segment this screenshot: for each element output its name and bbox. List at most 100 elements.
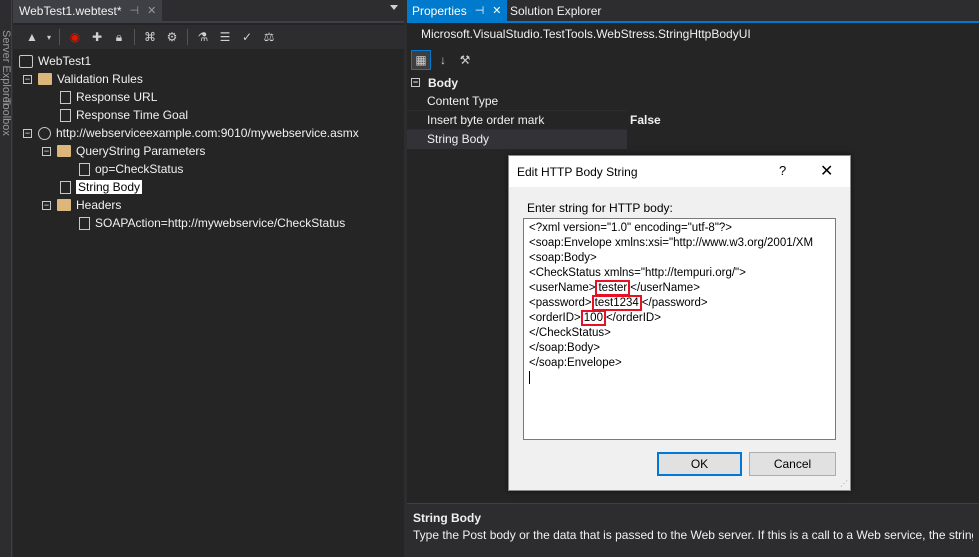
tree-validation-rules[interactable]: − Validation Rules [23,70,143,88]
code-line: <?xml version="1.0" encoding="utf-8"?> [529,222,733,234]
code-line: </CheckStatus> [529,327,611,339]
run-dropdown-icon[interactable]: ▾ [43,27,55,47]
toolbar-separator [134,29,135,45]
caret-line [529,371,830,386]
property-value[interactable] [627,129,979,149]
code-tag: </orderID> [605,312,661,324]
folder-icon [38,73,52,85]
collapse-icon[interactable]: − [411,78,420,87]
code-line: <soap:Envelope xmlns:xsi="http://www.w3.… [529,237,814,249]
body-input-label: Enter string for HTTP body: [527,201,673,215]
ok-button[interactable]: OK [657,452,742,476]
webtest-toolbar: ▲ ▾ ◉ ✚ 🔒︎ ⌘ ⚙︎ ⚗︎ ☰ ✓ ⚖︎ [13,25,404,49]
description-text: Type the Post body or the data that is p… [413,528,973,542]
close-icon[interactable]: ✕ [147,4,156,17]
collapse-icon[interactable]: − [42,200,51,210]
property-value[interactable]: False [627,110,979,130]
dialog-title-bar: Edit HTTP Body String [509,156,850,187]
categorized-icon[interactable]: ▦ [411,50,431,70]
tree-string-body[interactable]: String Body [60,178,143,196]
highlighted-username-value: tester [595,280,631,296]
tab-dropdown-icon[interactable] [390,5,398,10]
record-icon[interactable]: ◉ [64,27,86,47]
code-line: </soap:Body> [529,342,600,354]
set-context-icon[interactable]: ☰ [214,27,236,47]
code-tag: </password> [641,297,708,309]
generate-code-icon[interactable]: ⚖︎ [258,27,280,47]
code-line: <soap:Body> [529,252,597,264]
side-tool-strip: Server Explorer Toolbox [0,0,12,557]
category-body[interactable]: − Body [407,73,979,92]
code-tag: <orderID> [529,312,581,324]
tree-querystring-parameters[interactable]: − QueryString Parameters [42,142,205,160]
pin-icon[interactable]: ⊣ [130,4,140,17]
document-tab-bar: WebTest1.webtest* ⊣ ✕ [13,0,404,23]
tree-soap-action-header[interactable]: SOAPAction=http://mywebservice/CheckStat… [79,214,345,232]
code-tag: </userName> [630,282,700,294]
add-datasource-icon[interactable]: ⌘ [139,27,161,47]
run-test-icon[interactable]: ▲ [21,27,43,47]
property-row-content-type[interactable]: Content Type [407,91,979,111]
http-body-textarea[interactable]: <?xml version="1.0" encoding="utf-8"?> <… [523,218,836,440]
code-line-username: <userName> tester </userName> [529,280,830,296]
parameterize-icon[interactable]: ⚙︎ [161,27,183,47]
code-line: <CheckStatus xmlns="http://tempuri.org/"… [529,267,746,279]
code-line: </soap:Envelope> [529,357,622,369]
cancel-button[interactable]: Cancel [749,452,836,476]
toolbar-separator [59,29,60,45]
webtest-icon [19,54,33,68]
tree-root-webtest1[interactable]: WebTest1 [19,52,91,70]
collapse-icon[interactable]: − [42,146,51,156]
object-type-name: Microsoft.VisualStudio.TestTools.WebStre… [421,27,751,41]
property-name: Insert byte order mark [427,112,545,127]
description-title: String Body [413,511,481,525]
credentials-icon[interactable]: 🔒︎ [108,27,130,47]
tree-op-parameter[interactable]: op=CheckStatus [79,160,183,178]
tab-solution-explorer[interactable]: Solution Explorer [510,4,601,18]
close-icon[interactable]: ✕ [492,4,501,19]
folder-icon [57,199,71,211]
webtest-editor-panel: WebTest1.webtest* ⊣ ✕ ▲ ▾ ◉ ✚ 🔒︎ ⌘ ⚙︎ ⚗︎… [13,0,404,557]
edit-http-body-dialog: Edit HTTP Body String ? ✕ Enter string f… [508,155,851,491]
property-value[interactable] [627,91,979,111]
tree-response-time-goal[interactable]: Response Time Goal [60,106,188,124]
tab-properties[interactable]: Properties ⊣ ✕ [407,0,507,23]
highlighted-orderid-value: 100 [580,310,606,326]
code-line-password: <password> test1234 </password> [529,295,830,311]
tree-headers[interactable]: − Headers [42,196,121,214]
tree-response-url[interactable]: Response URL [60,88,157,106]
alphabetical-icon[interactable]: ↓ [433,50,453,70]
properties-toolbar: ▦ ↓ ⚒︎ [407,48,979,72]
document-tab-webtest1[interactable]: WebTest1.webtest* ⊣ ✕ [13,0,163,21]
add-plugin-icon[interactable]: ⚗︎ [192,27,214,47]
validation-rule-icon [60,108,71,122]
server-explorer-tab[interactable]: Server Explorer [0,30,12,106]
highlighted-password-value: test1234 [591,295,642,311]
toolbox-tab[interactable]: Toolbox [0,98,12,136]
property-pages-icon[interactable]: ⚒︎ [455,50,475,70]
properties-tab-bar: Properties ⊣ ✕ Solution Explorer [407,0,979,23]
parameter-icon [79,162,90,176]
web-request-icon [38,126,51,140]
resize-grip-icon[interactable]: ⋰ [840,480,848,488]
collapse-icon[interactable]: − [23,128,32,138]
tab-properties-label: Properties [412,4,467,18]
tree-request-url[interactable]: − http://webserviceexample.com:9010/mywe… [23,124,359,142]
close-icon[interactable]: ✕ [820,161,833,181]
add-recording-icon[interactable]: ✚ [86,27,108,47]
add-validation-icon[interactable]: ✓ [236,27,258,47]
property-row-string-body[interactable]: String Body [407,129,979,149]
folder-icon [57,145,71,157]
help-icon[interactable]: ? [779,163,786,178]
collapse-icon[interactable]: − [23,74,32,84]
code-tag: <userName> [529,282,596,294]
pin-icon[interactable]: ⊣ [475,4,485,19]
code-tag: <password> [529,297,592,309]
text-caret [529,371,530,385]
dialog-title: Edit HTTP Body String [517,164,638,179]
validation-rule-icon [60,90,71,104]
toolbar-separator [187,29,188,45]
code-line-orderid: <orderID> 100 </orderID> [529,310,830,326]
property-row-insert-bom[interactable]: Insert byte order mark False [407,110,979,130]
property-name: String Body [407,129,627,149]
